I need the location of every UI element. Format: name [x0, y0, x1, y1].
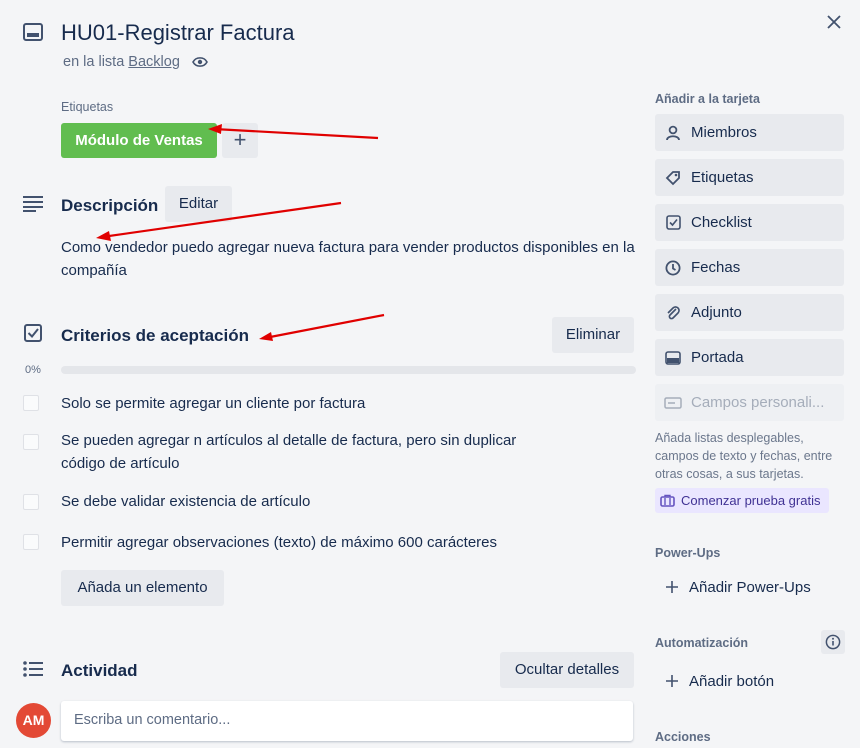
clock-icon [664, 260, 682, 276]
progress-bar [61, 366, 636, 374]
activity-icon [23, 661, 43, 677]
description-heading: Descripción [61, 196, 159, 215]
checklist-item[interactable]: Permitir agregar observaciones (texto) d… [61, 531, 621, 554]
list-link[interactable]: Backlog [128, 54, 180, 70]
plus-icon [665, 580, 679, 594]
powerups-heading: Power-Ups [655, 546, 721, 560]
custom-fields-label: Campos personali... [691, 394, 825, 411]
checklist-checkbox[interactable] [23, 395, 39, 411]
eye-icon[interactable] [192, 56, 208, 68]
members-label: Miembros [691, 124, 757, 141]
checklist-label: Checklist [691, 214, 752, 231]
progress-percent: 0% [25, 364, 41, 376]
description-text[interactable]: Como vendedor puedo agregar nueva factur… [61, 236, 636, 282]
add-button-label: Añadir botón [689, 672, 775, 690]
checklist-button[interactable]: Checklist [655, 204, 844, 241]
checklist-item[interactable]: Se debe validar existencia de artículo [61, 490, 581, 513]
custom-fields-icon [664, 396, 682, 409]
checklist-checkbox[interactable] [23, 534, 39, 550]
briefcase-icon [660, 494, 675, 507]
add-checklist-item-button[interactable]: Añada un elemento [61, 570, 224, 606]
members-button[interactable]: Miembros [655, 114, 844, 151]
checklist-checkbox[interactable] [23, 434, 39, 450]
cover-label: Portada [691, 349, 744, 366]
card-title[interactable]: HU01-Registrar Factura [61, 19, 295, 47]
close-icon[interactable] [826, 14, 842, 30]
attachment-label: Adjunto [691, 304, 742, 321]
edit-description-button[interactable]: Editar [165, 186, 232, 222]
info-icon [825, 634, 841, 650]
add-powerups-label: Añadir Power-Ups [689, 578, 811, 596]
card-icon [23, 23, 43, 41]
start-trial-label: Comenzar prueba gratis [681, 493, 821, 508]
comment-input[interactable]: Escriba un comentario... [61, 701, 633, 741]
checklist-item[interactable]: Solo se permite agregar un cliente por f… [61, 392, 581, 415]
start-trial-button[interactable]: Comenzar prueba gratis [655, 488, 829, 513]
description-icon [23, 196, 43, 212]
custom-fields-button[interactable]: Campos personali... [655, 384, 844, 421]
actions-heading: Acciones [655, 730, 711, 744]
labels-heading: Etiquetas [61, 100, 114, 114]
automation-heading: Automatización [655, 636, 749, 650]
annotation-arrowhead [259, 332, 273, 341]
checklist-icon [24, 324, 42, 342]
dates-button[interactable]: Fechas [655, 249, 844, 286]
custom-fields-note: Añada listas desplegables, campos de tex… [655, 431, 833, 481]
dates-label: Fechas [691, 259, 741, 276]
annotation-arrow [264, 313, 385, 340]
cover-button[interactable]: Portada [655, 339, 844, 376]
checklist-item[interactable]: Se pueden agregar n artículos al detalle… [61, 429, 551, 475]
checklist-checkbox[interactable] [23, 494, 39, 510]
avatar[interactable]: AM [16, 703, 51, 738]
list-prefix: en la lista [63, 54, 129, 70]
paperclip-icon [664, 305, 682, 321]
tag-icon [664, 170, 682, 186]
activity-heading: Actividad [61, 661, 138, 680]
cover-icon [664, 350, 682, 365]
plus-icon [665, 674, 679, 688]
labels-button[interactable]: Etiquetas [655, 159, 844, 196]
add-powerups-button[interactable]: Añadir Power-Ups [655, 570, 811, 604]
add-label-button[interactable]: + [222, 123, 258, 158]
checkbox-icon [664, 215, 682, 230]
person-icon [664, 125, 682, 141]
labels-label: Etiquetas [691, 169, 754, 186]
hide-details-button[interactable]: Ocultar detalles [500, 652, 634, 688]
add-to-card-heading: Añadir a la tarjeta [655, 92, 760, 106]
checklist-heading[interactable]: Criterios de aceptación [61, 326, 249, 346]
attachment-button[interactable]: Adjunto [655, 294, 844, 331]
card-list-info: en la lista Backlog [63, 54, 208, 70]
add-button-button[interactable]: Añadir botón [655, 664, 774, 698]
label-modulo-ventas[interactable]: Módulo de Ventas [61, 123, 217, 158]
automation-info-button[interactable] [821, 630, 845, 654]
delete-checklist-button[interactable]: Eliminar [552, 317, 634, 353]
